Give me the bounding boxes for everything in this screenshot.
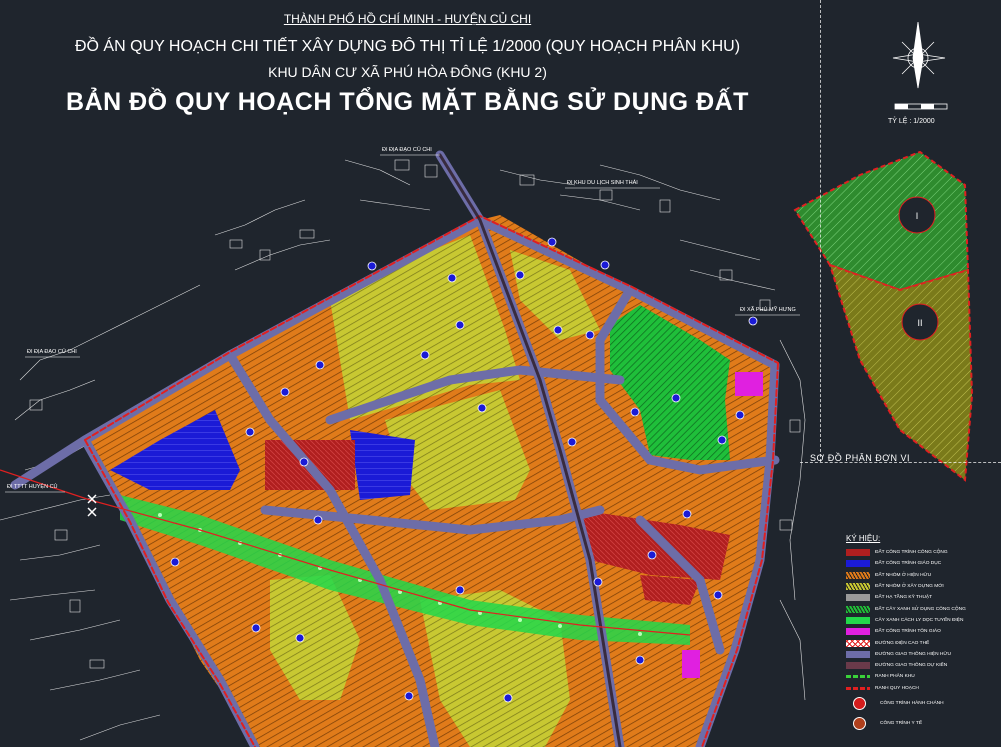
- legend-item: ĐẤT NHÓM Ở XÂY DỰNG MỚI: [846, 581, 996, 592]
- legend-swatch: [846, 616, 870, 624]
- legend-item: ĐƯỜNG GIAO THÔNG HIỆN HỮU: [846, 649, 996, 660]
- legend-circle-icon: [853, 697, 866, 711]
- legend-swatch: [846, 662, 870, 670]
- legend-item-label: ĐẤT CÂY XANH SỬ DỤNG CÔNG CỘNG: [875, 606, 966, 612]
- title-map: BẢN ĐỒ QUY HOẠCH TỔNG MẶT BẰNG SỬ DỤNG Đ…: [66, 88, 749, 116]
- zone-label-2: II: [917, 318, 922, 328]
- title-project: ĐỒ ÁN QUY HOẠCH CHI TIẾT XÂY DỰNG ĐÔ THỊ…: [74, 38, 741, 55]
- legend-item: ĐẤT CÂY XANH SỬ DỤNG CÔNG CỘNG: [846, 603, 996, 614]
- legend-swatch: [846, 549, 870, 557]
- legend-item-label: CÂY XANH CÁCH LY DỌC TUYẾN ĐIỆN: [875, 617, 964, 623]
- legend-swatch: [846, 571, 870, 579]
- legend-item: ĐẤT NHÓM Ở HIỆN HỮU: [846, 570, 996, 581]
- title-area: KHU DÂN CƯ XÃ PHÚ HÒA ĐÔNG (KHU 2): [268, 64, 547, 80]
- legend-item: ĐƯỜNG ĐIỆN CAO THẾ: [846, 637, 996, 648]
- legend-swatch: [846, 594, 870, 602]
- legend-item: CÔNG TRÌNH HÀNH CHÁNH: [846, 694, 996, 714]
- religious-site: [735, 372, 763, 396]
- legend-circle-icon: [853, 717, 866, 731]
- legend-item: ĐẤT CÔNG TRÌNH GIÁO DỤC: [846, 558, 996, 569]
- legend-item-label: CÔNG TRÌNH HÀNH CHÁNH: [880, 701, 944, 707]
- legend-swatch: [846, 560, 870, 568]
- legend-list: ĐẤT CÔNG TRÌNH CÔNG CỘNG ĐẤT CÔNG TRÌNH G…: [846, 547, 996, 734]
- legend-swatch: [846, 686, 870, 690]
- north-arrow-icon: [892, 21, 946, 89]
- legend-item-label: ĐƯỜNG GIAO THÔNG HIỆN HỮU: [875, 651, 951, 657]
- legend-swatch: [846, 675, 870, 679]
- legend-item: ĐẤT CÔNG TRÌNH TÔN GIÁO: [846, 626, 996, 637]
- legend-swatch: [846, 583, 870, 591]
- zone-label-1: I: [916, 211, 919, 221]
- road-label: ĐI ĐỊA ĐẠO CỦ CHI: [382, 147, 432, 153]
- legend-item: CÂY XANH CÁCH LY DỌC TUYẾN ĐIỆN: [846, 615, 996, 626]
- scale-bar: [894, 103, 948, 110]
- legend-item: ĐƯỜNG GIAO THÔNG DỰ KIẾN: [846, 660, 996, 671]
- legend-title: KÝ HIỆU:: [846, 534, 881, 543]
- legend-item-label: RANH PHÂN KHU: [875, 674, 915, 680]
- legend-item: CÔNG TRÌNH Y TẾ: [846, 714, 996, 734]
- legend-item-label: ĐƯỜNG GIAO THÔNG DỰ KIẾN: [875, 663, 948, 669]
- scale-label: TỶ LỆ : 1/2000: [888, 118, 935, 125]
- road-label: ĐI TTTT HUYỆN CỦ: [7, 484, 58, 490]
- legend-swatch: [846, 650, 870, 658]
- frame-divider-vertical: [820, 0, 822, 462]
- legend-item-label: ĐẤT CÔNG TRÌNH GIÁO DỤC: [875, 561, 942, 567]
- legend-item-label: ĐẤT CÔNG TRÌNH CÔNG CỘNG: [875, 550, 948, 556]
- legend-swatch: [846, 639, 870, 647]
- title-city: THÀNH PHỐ HỒ CHÍ MINH - HUYỆN CỦ CHI: [283, 12, 532, 26]
- road-label: ĐI KHU DU LỊCH SINH THÁI: [567, 180, 638, 186]
- legend-swatch: [846, 605, 870, 613]
- religious-site-2: [682, 650, 700, 678]
- legend-swatch: [846, 628, 870, 636]
- road-label: ĐI ĐỊA ĐẠO CỦ CHI: [27, 349, 77, 355]
- legend-item-label: ĐẤT NHÓM Ở HIỆN HỮU: [875, 572, 932, 578]
- legend-item-label: ĐƯỜNG ĐIỆN CAO THẾ: [875, 640, 930, 646]
- legend-item: ĐẤT HẠ TẦNG KỸ THUẬT: [846, 592, 996, 603]
- zone-diagram-title: SƠ ĐỒ PHÂN ĐƠN VỊ: [810, 453, 910, 463]
- legend-item-label: ĐẤT HẠ TẦNG KỸ THUẬT: [875, 595, 933, 601]
- legend-item: RANH QUY HOẠCH: [846, 683, 996, 694]
- legend-item: ĐẤT CÔNG TRÌNH CÔNG CỘNG: [846, 547, 996, 558]
- road-label: ĐI XÃ PHÚ MỸ HƯNG: [740, 307, 796, 313]
- high-voltage-crosses: [87, 494, 97, 517]
- legend-item-label: ĐẤT CÔNG TRÌNH TÔN GIÁO: [875, 629, 941, 635]
- legend-item-label: CÔNG TRÌNH Y TẾ: [880, 721, 923, 727]
- legend-item-label: RANH QUY HOẠCH: [875, 685, 919, 691]
- legend-item-label: ĐẤT NHÓM Ở XÂY DỰNG MỚI: [875, 584, 944, 590]
- legend-item: RANH PHÂN KHU: [846, 671, 996, 682]
- legend: KÝ HIỆU: ĐẤT CÔNG TRÌNH CÔNG CỘNG ĐẤT CÔN…: [846, 534, 996, 734]
